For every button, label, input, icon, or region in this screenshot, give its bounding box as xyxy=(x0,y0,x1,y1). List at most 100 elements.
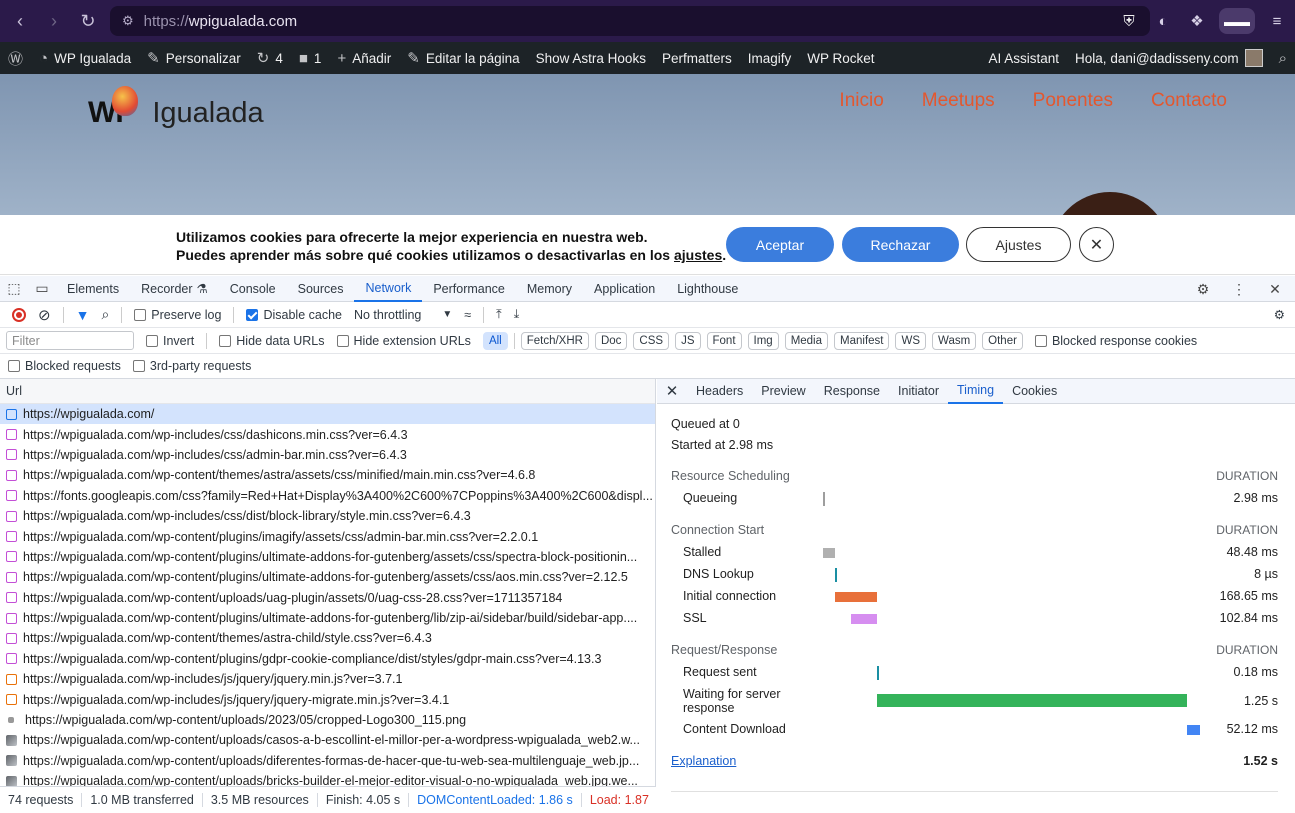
type-filter-all[interactable]: All xyxy=(482,331,508,350)
type-filter-img[interactable]: Img xyxy=(747,331,779,350)
wp-logo-menu[interactable]: Ⓦ xyxy=(0,42,31,74)
import-har-button[interactable]: ⤒ xyxy=(496,307,502,322)
type-filter-font[interactable]: Font xyxy=(706,331,742,350)
request-row[interactable]: https://wpigualada.com/wp-includes/js/jq… xyxy=(0,689,655,709)
back-icon[interactable]: ‹ xyxy=(6,7,34,35)
forward-icon[interactable]: › xyxy=(40,7,68,35)
add-new-menu[interactable]: + Añadir xyxy=(329,42,399,74)
nav-meetups[interactable]: Meetups xyxy=(922,90,995,112)
account-menu[interactable]: Hola, dani@dadisseny.com xyxy=(1067,42,1271,74)
request-row[interactable]: https://wpigualada.com/wp-content/plugin… xyxy=(0,526,655,546)
tab-sources[interactable]: Sources xyxy=(287,276,355,302)
search-button[interactable]: ⌕ xyxy=(1271,42,1295,74)
inspect-element-icon[interactable]: ⬚ xyxy=(0,276,28,302)
hide-data-urls-checkbox[interactable]: Hide data URLs xyxy=(219,334,325,348)
puzzle-extensions-icon[interactable]: ❖ xyxy=(1185,9,1209,33)
nav-ponentes[interactable]: Ponentes xyxy=(1033,90,1113,112)
updates-link[interactable]: ↻ 4 xyxy=(249,42,291,74)
site-settings-icon[interactable]: ⚙ xyxy=(122,13,134,29)
tab-timing[interactable]: Timing xyxy=(948,379,1004,404)
comments-link[interactable]: ■ 1 xyxy=(291,42,330,74)
extension-icon[interactable]: ◐ xyxy=(1151,9,1175,33)
request-row[interactable]: https://wpigualada.com/wp-includes/css/d… xyxy=(0,424,655,444)
type-filter-doc[interactable]: Doc xyxy=(594,331,628,350)
request-row[interactable]: https://wpigualada.com/wp-content/upload… xyxy=(0,771,655,786)
third-party-requests-checkbox[interactable]: 3rd-party requests xyxy=(132,359,251,373)
request-row[interactable]: https://wpigualada.com/wp-content/plugin… xyxy=(0,567,655,587)
tab-elements[interactable]: Elements xyxy=(56,276,130,302)
close-detail-icon[interactable]: ✕ xyxy=(657,382,687,400)
reload-icon[interactable]: ↻ xyxy=(74,7,102,35)
type-filter-manifest[interactable]: Manifest xyxy=(834,331,890,350)
clear-button[interactable]: ⊘ xyxy=(38,306,51,324)
record-button[interactable] xyxy=(12,307,26,322)
blocked-response-cookies-checkbox[interactable]: Blocked response cookies xyxy=(1034,334,1197,348)
export-har-button[interactable]: ⤓ xyxy=(514,307,520,322)
search-requests-button[interactable]: ⌕ xyxy=(101,306,109,323)
disable-cache-checkbox[interactable]: Disable cache xyxy=(246,308,342,322)
tab-initiator[interactable]: Initiator xyxy=(889,379,948,404)
network-conditions-button[interactable]: ≈ xyxy=(464,308,471,322)
request-row[interactable]: https://wpigualada.com/wp-content/themes… xyxy=(0,465,655,485)
tab-application[interactable]: Application xyxy=(583,276,666,302)
imagify-link[interactable]: Imagify xyxy=(740,42,800,74)
network-settings-button[interactable]: ⚙ xyxy=(1274,307,1285,322)
type-filter-wasm[interactable]: Wasm xyxy=(932,331,977,350)
request-row[interactable]: https://wpigualada.com/wp-content/upload… xyxy=(0,588,655,608)
filter-input[interactable]: Filter xyxy=(6,331,134,350)
site-logo[interactable]: WP Igualada xyxy=(88,86,264,130)
menu-icon[interactable]: ≡ xyxy=(1265,9,1289,33)
request-row[interactable]: https://wpigualada.com/wp-content/plugin… xyxy=(0,649,655,669)
request-row[interactable]: https://wpigualada.com/wp-includes/js/jq… xyxy=(0,669,655,689)
tab-cookies[interactable]: Cookies xyxy=(1003,379,1066,404)
reject-button[interactable]: Rechazar xyxy=(842,227,959,262)
astra-hooks-link[interactable]: Show Astra Hooks xyxy=(528,42,654,74)
type-filter-js[interactable]: JS xyxy=(675,331,701,350)
nav-contacto[interactable]: Contacto xyxy=(1151,90,1227,112)
request-row[interactable]: https://wpigualada.com/wp-includes/css/a… xyxy=(0,445,655,465)
close-icon[interactable]: ✕ xyxy=(1079,227,1114,262)
cookie-settings-link[interactable]: ajustes xyxy=(674,247,722,263)
tab-console[interactable]: Console xyxy=(219,276,287,302)
tab-headers[interactable]: Headers xyxy=(687,379,752,404)
private-glasses-icon[interactable]: ▬▬ xyxy=(1219,8,1255,34)
explanation-link[interactable]: Explanation xyxy=(671,754,736,768)
filter-toggle[interactable]: ▼ xyxy=(76,307,90,323)
customize-link[interactable]: ✎ Personalizar xyxy=(139,42,249,74)
request-row[interactable]: https://wpigualada.com/wp-content/upload… xyxy=(0,710,655,730)
tab-response[interactable]: Response xyxy=(815,379,889,404)
brave-shield-icon[interactable]: ⛨ xyxy=(1117,9,1141,33)
edit-page-link[interactable]: ✎ Editar la página xyxy=(399,42,527,74)
column-header-url[interactable]: Url xyxy=(0,379,655,404)
accept-button[interactable]: Aceptar xyxy=(726,227,834,262)
wp-rocket-link[interactable]: WP Rocket xyxy=(799,42,882,74)
throttling-select[interactable]: No throttling ▼ xyxy=(354,308,452,322)
hide-extension-urls-checkbox[interactable]: Hide extension URLs xyxy=(336,334,471,348)
tab-memory[interactable]: Memory xyxy=(516,276,583,302)
address-bar[interactable]: ⚙ https://wpigualada.com xyxy=(110,6,1150,36)
type-filter-media[interactable]: Media xyxy=(784,331,829,350)
invert-checkbox[interactable]: Invert xyxy=(146,334,194,348)
request-row[interactable]: https://wpigualada.com/wp-content/themes… xyxy=(0,628,655,648)
request-row[interactable]: https://wpigualada.com/wp-content/plugin… xyxy=(0,608,655,628)
request-row[interactable]: https://wpigualada.com/wp-content/upload… xyxy=(0,730,655,750)
devtools-settings-icon[interactable]: ⚙ xyxy=(1189,276,1217,302)
type-filter-fetch-xhr[interactable]: Fetch/XHR xyxy=(520,331,589,350)
request-row[interactable]: https://wpigualada.com/wp-content/upload… xyxy=(0,751,655,771)
ai-assistant-link[interactable]: AI Assistant xyxy=(981,42,1068,74)
preserve-log-checkbox[interactable]: Preserve log xyxy=(134,308,221,322)
more-options-icon[interactable]: ⋮ xyxy=(1225,276,1253,302)
type-filter-other[interactable]: Other xyxy=(982,331,1023,350)
request-row[interactable]: https://wpigualada.com/ xyxy=(0,404,655,425)
perfmatters-link[interactable]: Perfmatters xyxy=(654,42,740,74)
site-name-menu[interactable]: ◔ WP Igualada xyxy=(31,42,139,74)
tab-recorder[interactable]: Recorder ⚗ xyxy=(130,276,219,302)
type-filter-ws[interactable]: WS xyxy=(895,331,927,350)
request-row[interactable]: https://wpigualada.com/wp-includes/css/d… xyxy=(0,506,655,526)
request-row[interactable]: https://wpigualada.com/wp-content/plugin… xyxy=(0,547,655,567)
tab-network[interactable]: Network xyxy=(354,276,423,302)
tab-lighthouse[interactable]: Lighthouse xyxy=(666,276,749,302)
close-devtools-icon[interactable]: ✕ xyxy=(1261,276,1289,302)
request-row[interactable]: https://fonts.googleapis.com/css?family=… xyxy=(0,486,655,506)
tab-performance[interactable]: Performance xyxy=(422,276,516,302)
